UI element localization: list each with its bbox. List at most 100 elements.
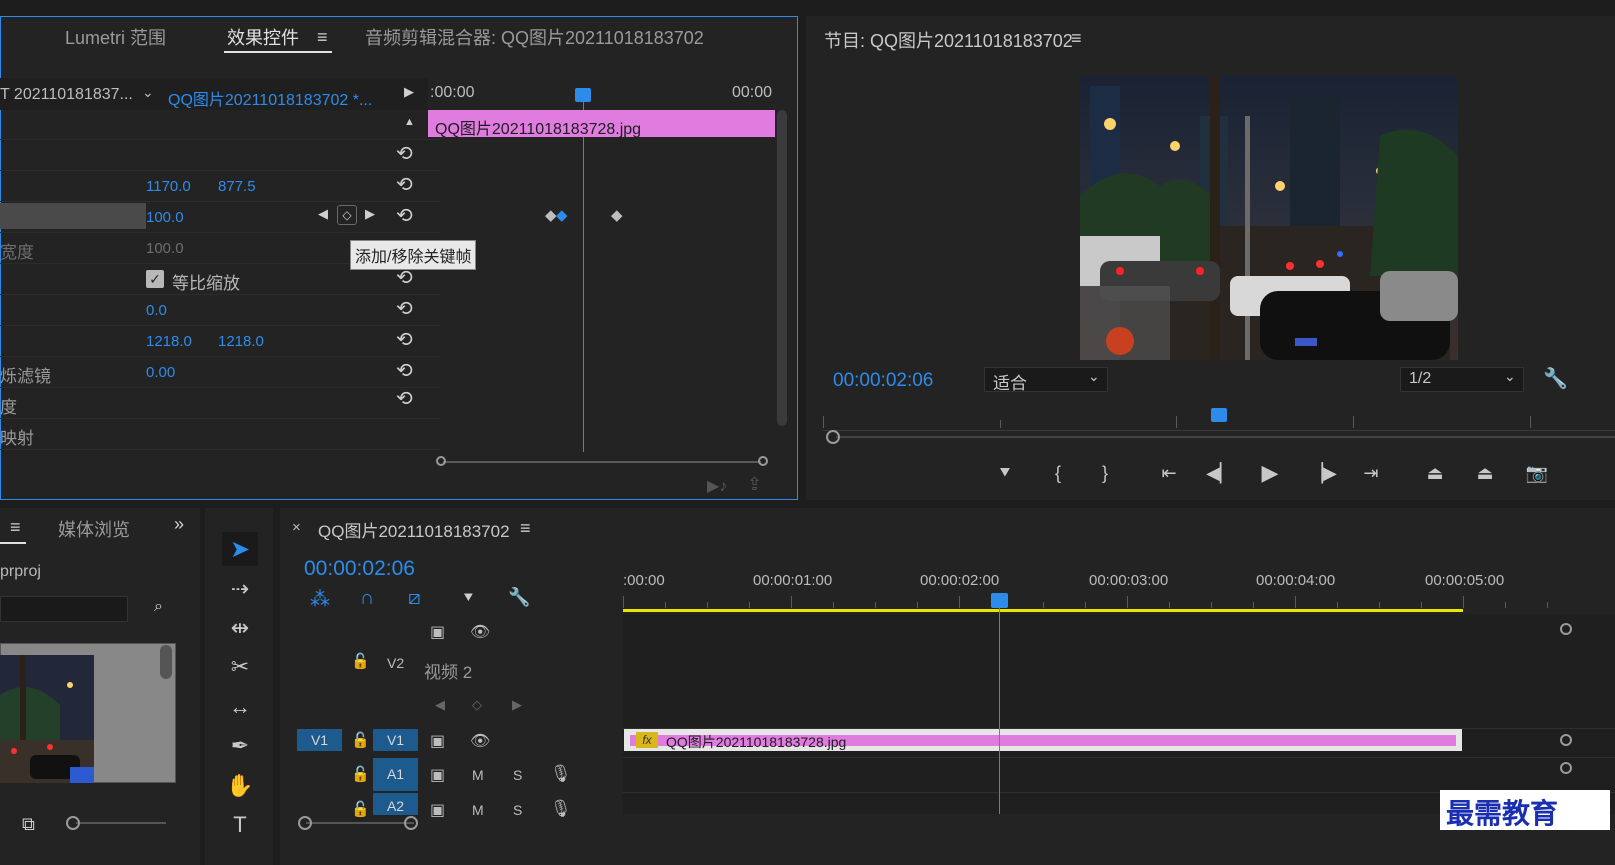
scale-value[interactable]: 100.0 [146, 209, 184, 226]
sequence-clip-label[interactable]: QQ图片20211018183702 *... [168, 86, 372, 110]
position-x[interactable]: 1170.0 [146, 178, 191, 195]
track-target-a2[interactable]: A2 [373, 793, 418, 815]
close-icon[interactable]: × [292, 519, 301, 536]
reset-icon[interactable]: ⟲ [396, 141, 413, 166]
tab-audio-clip-mixer[interactable]: 音频剪辑混合器: QQ图片20211018183702 [365, 24, 704, 50]
next-keyframe-icon[interactable]: ▶ [365, 206, 375, 222]
add-marker-icon[interactable]: ⯆ [462, 590, 475, 608]
toggle-sync-icon[interactable]: ▣ [430, 800, 445, 820]
toggle-sync-icon[interactable]: ▣ [430, 731, 445, 751]
tab-effect-controls[interactable]: 效果控件 [227, 24, 299, 50]
panel-menu-icon[interactable]: ≡ [10, 517, 21, 538]
extract-icon[interactable]: ⏏ [1472, 460, 1498, 486]
mini-vertical-scrollbar[interactable] [777, 110, 787, 426]
chevron-down-icon[interactable]: ⌄ [142, 84, 154, 101]
toggle-sync-icon[interactable]: ▣ [430, 622, 445, 642]
panel-menu-icon[interactable]: ≡ [520, 518, 531, 539]
type-tool-icon[interactable]: T [222, 808, 258, 842]
linked-selection-icon[interactable]: ⧄ [408, 587, 421, 610]
microphone-icon[interactable]: 🎙 [550, 764, 572, 784]
timeline-ruler[interactable]: :00:00 00:00:01:00 00:00:02:00 00:00:03:… [623, 570, 1615, 614]
reset-icon[interactable]: ⟲ [396, 386, 413, 411]
find-icon[interactable]: ⌕ [154, 598, 163, 616]
new-bin-icon[interactable]: ⧉ [22, 814, 35, 835]
step-forward-icon[interactable]: ▕▶ [1309, 460, 1337, 486]
track-select-tool-icon[interactable]: ⇢ [222, 572, 258, 606]
flicker-value[interactable]: 0.00 [146, 364, 175, 381]
project-scrollbar[interactable] [160, 645, 172, 679]
add-keyframe-icon[interactable]: ◇ [337, 205, 357, 225]
next-keyframe-icon[interactable]: ▶ [512, 697, 522, 713]
program-timecode[interactable]: 00:00:02:06 [833, 370, 933, 392]
go-to-in-icon[interactable]: ⇤ [1156, 460, 1182, 486]
eye-icon[interactable]: 👁 [470, 622, 490, 642]
project-thumbnail[interactable] [0, 655, 94, 783]
tab-lumetri-scopes[interactable]: Lumetri 范围 [65, 24, 166, 50]
solo-button[interactable]: S [513, 767, 522, 783]
position-y[interactable]: 877.5 [218, 178, 256, 195]
add-keyframe-icon[interactable]: ◇ [472, 697, 482, 713]
track-id-v2[interactable]: V2 [387, 655, 404, 671]
prev-keyframe-icon[interactable]: ◀ [435, 697, 445, 713]
reset-icon[interactable]: ⟲ [396, 358, 413, 383]
resolution-dropdown[interactable]: 1/2 ⌄ [1400, 367, 1524, 392]
lift-icon[interactable]: ⏏ [1422, 460, 1448, 486]
work-area-bar[interactable] [623, 609, 1463, 612]
pen-tool-icon[interactable]: ✒ [222, 729, 258, 763]
add-marker-icon[interactable]: ⯆ [992, 460, 1018, 486]
tab-media-browser[interactable]: 媒体浏览 [58, 516, 130, 542]
reset-icon[interactable]: ⟲ [396, 296, 413, 321]
track-target-a1[interactable]: A1 [373, 758, 418, 791]
mute-button[interactable]: M [472, 802, 484, 818]
keyframe-diamond[interactable]: ◆ [611, 206, 623, 224]
reset-icon[interactable]: ⟲ [396, 327, 413, 352]
rotation-value[interactable]: 0.0 [146, 302, 167, 319]
program-zoom-bar[interactable] [826, 430, 1615, 444]
mark-out-icon[interactable]: } [1092, 460, 1118, 486]
timeline-title[interactable]: QQ图片20211018183702 [318, 517, 510, 542]
slip-tool-icon[interactable]: ↔ [222, 690, 258, 724]
track-scroll-handle[interactable] [1560, 734, 1572, 746]
program-playhead[interactable] [1211, 408, 1227, 422]
fit-dropdown[interactable]: 适合 ⌄ [984, 367, 1108, 393]
nest-toggle-icon[interactable]: ⁂ [310, 587, 330, 612]
microphone-icon[interactable]: 🎙 [550, 799, 572, 819]
hand-tool-icon[interactable]: ✋ [222, 769, 258, 803]
mute-button[interactable]: M [472, 767, 484, 783]
lock-icon[interactable]: 🔓 [351, 731, 370, 749]
panel-menu-icon[interactable]: ≡ [1071, 28, 1082, 49]
more-panels-icon[interactable]: » [174, 514, 184, 535]
mark-in-icon[interactable]: { [1045, 460, 1071, 486]
share-icon[interactable]: ⇪ [747, 474, 762, 495]
keyframe-diamond-selected[interactable]: ◆ [556, 206, 568, 224]
uniform-scale-checkbox[interactable]: ✓ [146, 270, 164, 288]
timeline-settings-wrench-icon[interactable]: 🔧 [508, 587, 530, 608]
step-back-icon[interactable]: ◀▏ [1206, 460, 1234, 486]
razor-tool-icon[interactable]: ✂ [222, 650, 258, 684]
camera-icon[interactable]: 📷 [1524, 460, 1550, 486]
scale-slider[interactable] [0, 203, 146, 229]
lock-icon[interactable]: 🔓 [351, 652, 370, 670]
thumbnail-zoom-slider[interactable] [66, 816, 166, 830]
track-scroll-handle[interactable] [1560, 623, 1572, 635]
eye-icon[interactable]: 👁 [470, 731, 490, 751]
timeline-timecode[interactable]: 00:00:02:06 [304, 557, 415, 581]
source-clip-label[interactable]: T 202110181837... [0, 86, 133, 104]
lock-icon[interactable]: 🔓 [351, 765, 370, 783]
track-scroll-handle[interactable] [1560, 762, 1572, 774]
reset-icon[interactable]: ⟲ [396, 203, 413, 228]
ripple-edit-tool-icon[interactable]: ⇹ [222, 611, 258, 645]
source-patch-v1[interactable]: V1 [297, 729, 342, 751]
toggle-sync-icon[interactable]: ▣ [430, 765, 445, 785]
panel-menu-icon[interactable]: ≡ [317, 27, 328, 48]
project-search-input[interactable] [0, 596, 128, 622]
reset-icon[interactable]: ⟲ [396, 172, 413, 197]
play-icon[interactable]: ▶ [1257, 460, 1283, 486]
timeline-zoom-bar[interactable] [298, 816, 418, 830]
selection-tool-icon[interactable]: ➤ [222, 532, 258, 566]
keyframe-diamond[interactable]: ◆ [545, 206, 557, 224]
solo-button[interactable]: S [513, 802, 522, 818]
track-target-v1[interactable]: V1 [373, 729, 418, 751]
anchor-x[interactable]: 1218.0 [146, 333, 192, 350]
play-arrow-icon[interactable]: ▶ [404, 84, 414, 100]
